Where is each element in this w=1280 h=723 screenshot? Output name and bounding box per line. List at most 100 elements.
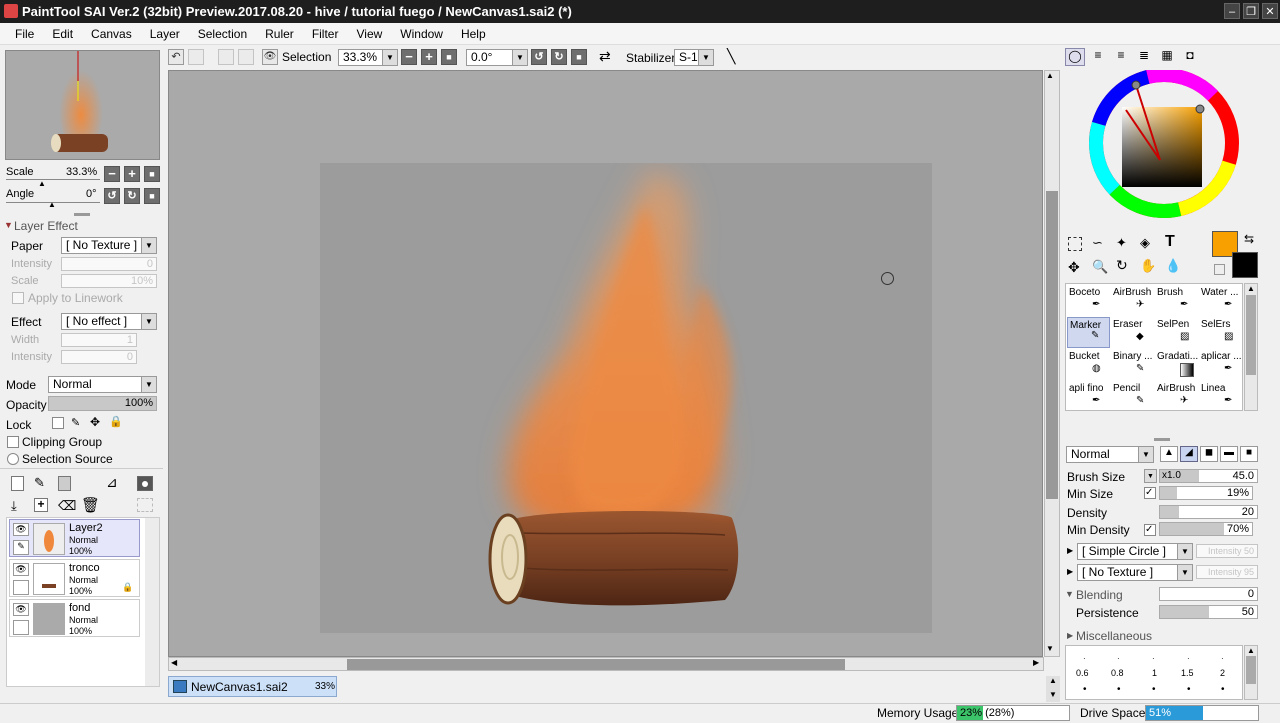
preset-dot[interactable]: · xyxy=(1187,654,1190,663)
flip-horizontal-icon[interactable]: ⇄ xyxy=(599,48,611,65)
layer-effect-header[interactable]: Layer Effect xyxy=(14,219,78,233)
eye-icon[interactable]: 👁 xyxy=(13,523,29,536)
clear-layer-icon[interactable]: ⌫ xyxy=(58,498,76,514)
document-tab[interactable]: NewCanvas1.sai2 33% xyxy=(168,676,337,697)
hsv-slider-tab-icon[interactable]: ≡ xyxy=(1111,48,1131,66)
shape-dome-icon[interactable]: ◼ xyxy=(1200,446,1218,462)
tool-brush[interactable]: Brush ✒ xyxy=(1155,285,1198,316)
opacity-slider[interactable]: 100% xyxy=(48,396,157,411)
document-canvas[interactable] xyxy=(320,163,932,633)
lock-paint-icon[interactable]: ✎ xyxy=(71,416,80,429)
clipping-group-checkbox[interactable] xyxy=(7,436,19,448)
rotate-cw-button[interactable]: ↻ xyxy=(124,188,140,204)
new-layer-icon[interactable] xyxy=(11,476,24,491)
magic-wand-icon[interactable]: ✦ xyxy=(1116,235,1127,251)
blending-slider[interactable]: 0 xyxy=(1159,587,1258,601)
scroll-down-arrow[interactable]: ▼ xyxy=(1046,644,1054,653)
rotate-ccw-button[interactable]: ↺ xyxy=(104,188,120,204)
expand-arrow-icon[interactable]: ▶ xyxy=(1067,567,1073,576)
horizontal-scroll-thumb[interactable] xyxy=(347,659,845,670)
rotate-icon[interactable]: ↻ xyxy=(1116,257,1128,274)
tool-apli-fino[interactable]: apli fino ✒ xyxy=(1067,381,1110,412)
new-folder-icon[interactable] xyxy=(58,476,71,491)
expand-arrow-icon[interactable]: ▶ xyxy=(1067,546,1073,555)
duplicate-layer-icon[interactable]: + xyxy=(34,498,48,512)
apply-linework-checkbox[interactable] xyxy=(12,292,24,304)
swatches-tab-icon[interactable]: ▦ xyxy=(1157,48,1177,66)
min-size-slider[interactable]: 19% xyxy=(1159,486,1253,500)
scale-slider-handle[interactable]: ▲ xyxy=(38,179,46,188)
scroll-right-arrow[interactable]: ▶ xyxy=(1033,658,1039,667)
tool-bucket[interactable]: Bucket ◍ xyxy=(1067,349,1110,380)
scroll-left-arrow[interactable]: ◀ xyxy=(171,658,177,667)
tool-aplicar[interactable]: aplicar ... ✒ xyxy=(1199,349,1242,380)
tool-pencil[interactable]: Pencil ✎ xyxy=(1111,381,1154,412)
tool-eraser[interactable]: Eraser ◆ xyxy=(1111,317,1154,348)
density-slider[interactable]: 20 xyxy=(1159,505,1258,519)
menu-edit[interactable]: Edit xyxy=(43,23,82,44)
redo-icon[interactable] xyxy=(188,49,204,65)
min-density-slider[interactable]: 70% xyxy=(1159,522,1253,536)
swap-colors-icon[interactable]: ⇆ xyxy=(1244,232,1254,246)
minimize-button[interactable]: – xyxy=(1224,3,1240,19)
presets-scrollbar[interactable]: ▲ xyxy=(1244,645,1258,700)
shape-round-icon[interactable]: ◢ xyxy=(1180,446,1198,462)
tool-boceto[interactable]: Boceto ✒ xyxy=(1067,285,1110,316)
view-selection-icon[interactable]: 👁 xyxy=(262,49,278,65)
brush-shape-select[interactable]: [ Simple Circle ] ▼ xyxy=(1077,543,1193,560)
tab-scroll-down[interactable]: ▼ xyxy=(1046,690,1060,702)
tool-grid-scroll-thumb[interactable] xyxy=(1246,295,1256,375)
close-button[interactable]: ✕ xyxy=(1262,3,1278,19)
undo-icon[interactable]: ↶ xyxy=(168,49,184,65)
color-wheel[interactable] xyxy=(1084,70,1244,230)
miscellaneous-label[interactable]: Miscellaneous xyxy=(1076,629,1152,643)
rotate-ccw-button[interactable]: ↺ xyxy=(531,49,547,65)
menu-selection[interactable]: Selection xyxy=(189,23,256,44)
expand-arrow-icon[interactable]: ▶ xyxy=(1067,631,1073,640)
secondary-color-swatch[interactable] xyxy=(1232,252,1258,278)
preset-dot[interactable]: • xyxy=(1221,684,1225,695)
eyedropper-icon[interactable]: 💧 xyxy=(1165,258,1181,274)
eye-icon[interactable]: 👁 xyxy=(13,603,29,616)
blend-mode-select[interactable]: Normal ▼ xyxy=(48,376,157,393)
tool-water[interactable]: Water ... ✒ xyxy=(1199,285,1242,316)
scale-slider[interactable] xyxy=(6,179,100,180)
layer-list-scrollbar[interactable] xyxy=(145,518,159,686)
blending-label[interactable]: Blending xyxy=(1076,588,1123,602)
menu-filter[interactable]: Filter xyxy=(303,23,348,44)
rotate-cw-button[interactable]: ↻ xyxy=(551,49,567,65)
menu-view[interactable]: View xyxy=(347,23,391,44)
panel-splitter[interactable] xyxy=(1154,438,1170,441)
menu-canvas[interactable]: Canvas xyxy=(82,23,141,44)
tool-binary[interactable]: Binary ... ✎ xyxy=(1111,349,1154,380)
move-icon[interactable]: ✥ xyxy=(1068,259,1080,276)
eye-icon[interactable]: 👁 xyxy=(13,563,29,576)
preset-dot[interactable]: • xyxy=(1083,684,1087,695)
brush-blend-select[interactable]: Normal ▼ xyxy=(1066,446,1154,463)
mixer-tab-icon[interactable]: ≣ xyxy=(1134,48,1154,66)
layer-row[interactable]: 👁 fond Normal 100% xyxy=(9,599,140,637)
lock-transparency-icon[interactable] xyxy=(52,417,64,429)
shape-square-icon[interactable]: ■ xyxy=(1240,446,1258,462)
zoom-reset-button[interactable]: ■ xyxy=(441,49,457,65)
shape-intensity-bar[interactable]: Intensity 50 xyxy=(1196,544,1258,558)
brush-size-slider[interactable]: x1.0 45.0 xyxy=(1159,469,1258,483)
zoom-out-button[interactable]: − xyxy=(104,166,120,182)
line-tool-icon[interactable]: ╲ xyxy=(727,48,735,65)
menu-file[interactable]: File xyxy=(6,23,43,44)
tool-airbrush[interactable]: AirBrush ✈ xyxy=(1111,285,1154,316)
chevron-down-icon[interactable]: ▼ xyxy=(1144,469,1157,483)
preset-dot[interactable]: • xyxy=(1117,684,1121,695)
texture-intensity-bar[interactable]: Intensity 95 xyxy=(1196,565,1258,579)
zoom-reset-button[interactable]: ■ xyxy=(144,166,160,182)
tab-scroll-up[interactable]: ▲ xyxy=(1046,676,1060,690)
preset-size[interactable]: 1.5 xyxy=(1181,668,1194,678)
zoom-icon[interactable]: 🔍 xyxy=(1092,259,1108,275)
menu-help[interactable]: Help xyxy=(452,23,495,44)
vertical-scrollbar[interactable]: ▲ ▼ xyxy=(1044,70,1060,657)
scroll-up-arrow[interactable]: ▲ xyxy=(1046,71,1054,80)
brush-icon[interactable]: ✎ xyxy=(13,540,29,555)
presets-scroll-thumb[interactable] xyxy=(1246,656,1256,684)
trash-icon[interactable]: 🗑 xyxy=(81,496,100,514)
min-density-checkbox[interactable]: ✓ xyxy=(1144,524,1156,536)
